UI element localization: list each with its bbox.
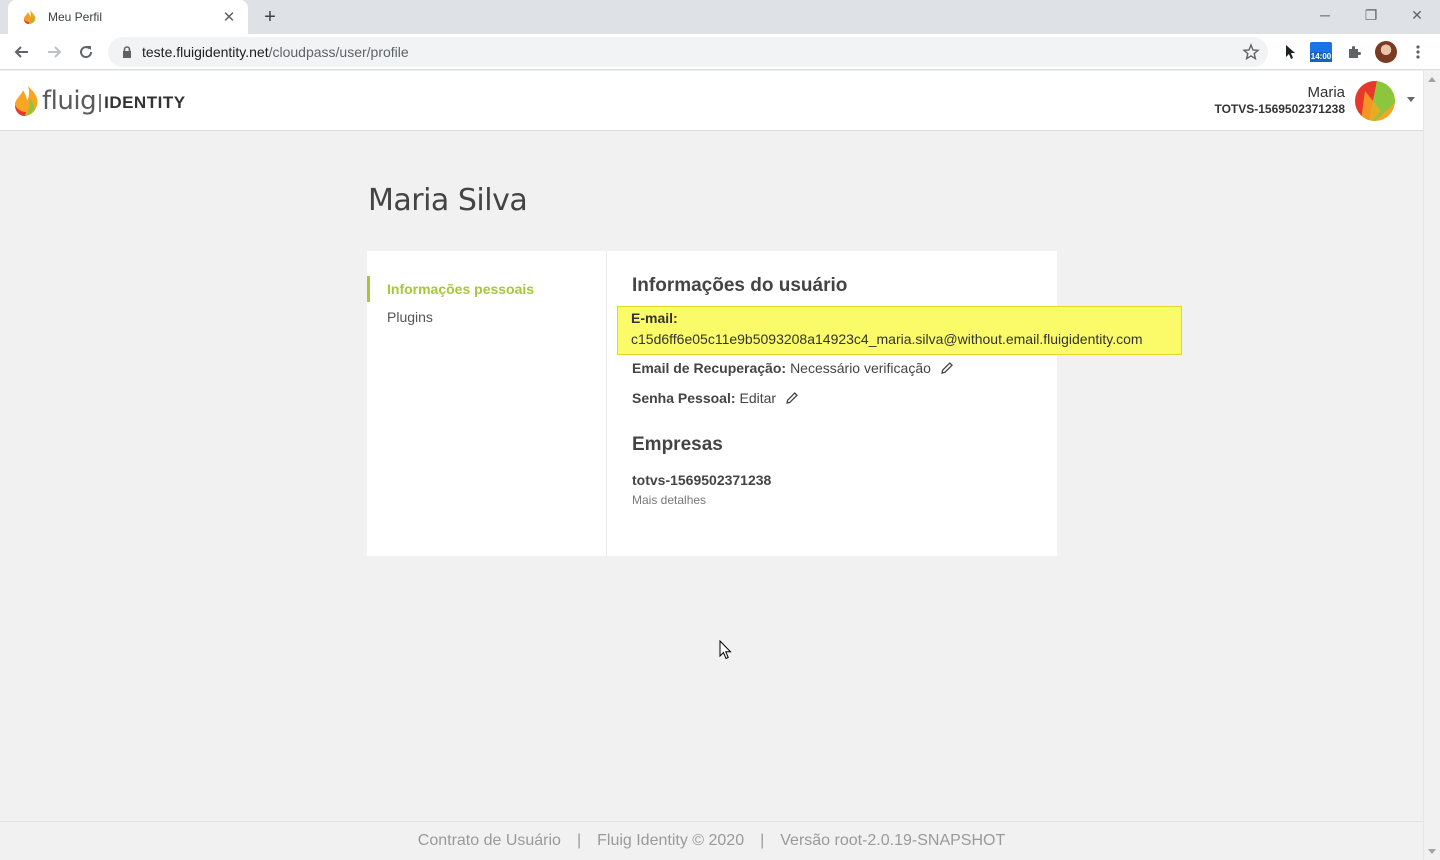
reload-icon[interactable]: [72, 38, 100, 66]
url-path: /cloudpass/user/profile: [268, 44, 409, 60]
puzzle-icon[interactable]: [1342, 40, 1366, 64]
email-value: c15d6ff6e05c11e9b5093208a14923c4_maria.s…: [631, 331, 1143, 347]
edit-recovery-email-pencil-icon[interactable]: [940, 361, 954, 375]
user-tenant: TOTVS-1569502371238: [1214, 102, 1345, 116]
fluig-identity-logo[interactable]: fluig IDENTITY: [14, 83, 186, 119]
app-header: fluig IDENTITY Maria TOTVS-1569502371238: [0, 71, 1423, 131]
scroll-down-icon[interactable]: [1428, 849, 1436, 854]
recovery-email-row: Email de Recuperação: Necessário verific…: [632, 360, 954, 376]
minimize-icon[interactable]: ─: [1302, 0, 1348, 30]
star-icon[interactable]: [1242, 43, 1260, 61]
companies-heading: Empresas: [632, 434, 723, 455]
url-host: teste.fluigidentity.net: [142, 44, 269, 60]
page-scrollbar[interactable]: [1423, 71, 1440, 860]
user-name: Maria: [1307, 84, 1345, 101]
user-menu[interactable]: Maria TOTVS-1569502371238: [1214, 84, 1345, 116]
user-info-heading: Informações do usuário: [632, 275, 848, 296]
address-bar[interactable]: teste.fluigidentity.net/cloudpass/user/p…: [108, 37, 1268, 67]
page-footer: Contrato de Usuário | Fluig Identity © 2…: [0, 821, 1423, 860]
browser-tab-strip: Meu Perfil ✕ + ─ ❐ ✕: [0, 0, 1440, 34]
browser-toolbar: teste.fluigidentity.net/cloudpass/user/p…: [0, 34, 1440, 70]
recovery-email-value: Necessário verificação: [790, 360, 931, 376]
browser-tab[interactable]: Meu Perfil ✕: [8, 0, 248, 34]
user-avatar[interactable]: [1355, 81, 1395, 121]
footer-version: Versão root-2.0.19-SNAPSHOT: [780, 832, 1006, 849]
email-label: E-mail:: [631, 310, 678, 326]
footer-separator: |: [760, 832, 765, 849]
edit-password-pencil-icon[interactable]: [785, 391, 799, 405]
brand-identity: IDENTITY: [104, 93, 186, 112]
brand-divider: [99, 94, 102, 112]
restore-icon[interactable]: ❐: [1348, 0, 1394, 30]
profile-avatar-icon[interactable]: [1374, 40, 1398, 64]
brand-fluig: fluig: [42, 86, 97, 116]
profile-side-nav: Informações pessoais Plugins: [367, 251, 607, 556]
lock-icon: [120, 45, 134, 59]
profile-card: Informações pessoais Plugins Informações…: [367, 251, 1057, 556]
mouse-cursor-icon: [719, 640, 732, 660]
footer-separator: |: [576, 832, 582, 849]
password-row: Senha Pessoal: Editar: [632, 390, 799, 406]
back-arrow-icon[interactable]: [8, 38, 36, 66]
page-title: Maria Silva: [368, 183, 528, 218]
user-menu-caret-icon[interactable]: [1407, 97, 1415, 102]
new-tab-icon[interactable]: +: [258, 5, 282, 29]
side-nav-item-personal-info[interactable]: Informações pessoais: [367, 276, 607, 302]
recovery-email-label: Email de Recuperação:: [632, 360, 787, 376]
tab-close-icon[interactable]: ✕: [220, 8, 238, 26]
cursor-extension-icon[interactable]: [1278, 40, 1302, 64]
forward-arrow-icon[interactable]: [40, 38, 68, 66]
side-nav-item-plugins[interactable]: Plugins: [367, 304, 607, 330]
flame-logo-icon: [15, 86, 38, 116]
calendar-extension-icon[interactable]: 14:00: [1309, 40, 1333, 64]
kebab-menu-icon[interactable]: [1406, 40, 1430, 64]
company-id: totvs-1569502371238: [632, 472, 772, 488]
tab-title: Meu Perfil: [48, 10, 103, 24]
scroll-up-icon[interactable]: [1428, 77, 1436, 82]
extension-badge-text: 14:00: [1310, 52, 1332, 62]
footer-contract-link[interactable]: Contrato de Usuário: [418, 832, 561, 850]
fluig-favicon-icon: [22, 9, 38, 25]
password-edit-link[interactable]: Editar: [740, 390, 777, 406]
password-label: Senha Pessoal:: [632, 390, 736, 406]
footer-copyright: Fluig Identity © 2020: [597, 832, 745, 849]
company-details-link[interactable]: Mais detalhes: [632, 493, 706, 507]
close-window-icon[interactable]: ✕: [1394, 0, 1440, 30]
